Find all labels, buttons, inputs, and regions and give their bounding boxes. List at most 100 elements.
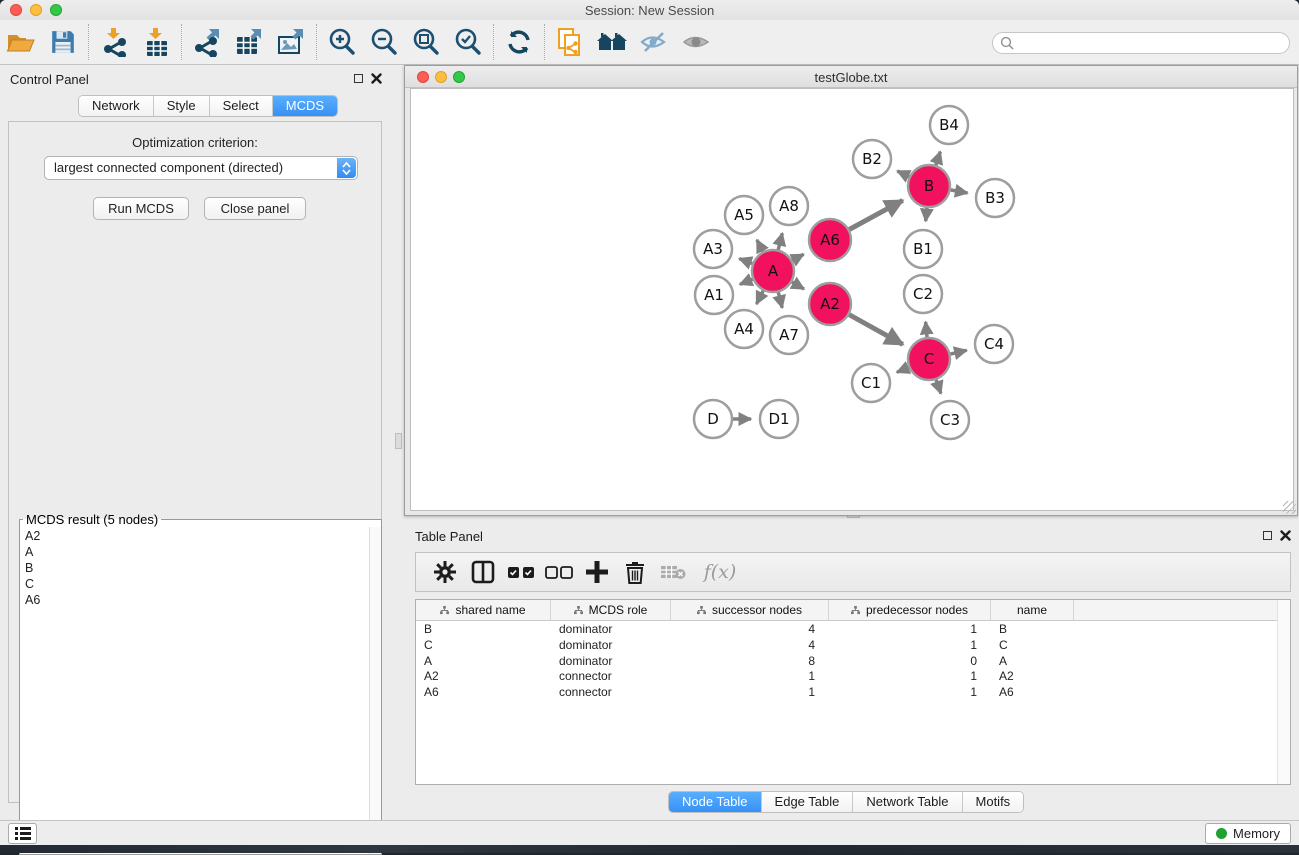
mcds-result-item[interactable]: B (25, 560, 381, 576)
show-all-button[interactable] (675, 23, 717, 61)
save-session-button[interactable] (42, 23, 84, 61)
table-cell[interactable]: C (991, 637, 1074, 653)
desktop-background (0, 845, 1299, 853)
function-builder-button[interactable]: f(x) (692, 555, 748, 589)
control-panel-title: Control Panel (10, 72, 89, 87)
float-panel-icon[interactable] (354, 74, 363, 83)
float-panel-icon[interactable] (1263, 531, 1272, 540)
show-column-panel-button[interactable] (464, 555, 502, 589)
tab-node-table[interactable]: Node Table (669, 792, 762, 812)
table-cell[interactable]: 4 (671, 637, 829, 653)
tab-motifs[interactable]: Motifs (963, 792, 1024, 812)
criterion-dropdown[interactable]: largest connected component (directed) (44, 156, 358, 180)
open-session-button[interactable] (0, 23, 42, 61)
table-row[interactable]: Cdominator41C (416, 637, 1290, 653)
deselect-all-button[interactable] (540, 555, 578, 589)
mcds-result-list[interactable]: A2ABCA6 (20, 527, 381, 608)
column-header-predecessor-nodes[interactable]: predecessor nodes (829, 600, 991, 620)
column-header-successor-nodes[interactable]: successor nodes (671, 600, 829, 620)
import-network-button[interactable] (93, 23, 135, 61)
tab-select[interactable]: Select (210, 96, 273, 116)
run-mcds-button[interactable]: Run MCDS (93, 197, 189, 220)
tab-network-table[interactable]: Network Table (853, 792, 962, 812)
zoom-fit-icon (411, 27, 441, 57)
table-cell[interactable]: C (416, 637, 551, 653)
table-cell[interactable]: dominator (551, 621, 671, 637)
mcds-result-item[interactable]: C (25, 576, 381, 592)
table-row[interactable]: Adominator80A (416, 653, 1290, 669)
graph-node-label: A1 (704, 286, 724, 304)
table-row[interactable]: A2connector11A2 (416, 668, 1290, 684)
memory-button[interactable]: Memory (1205, 823, 1291, 844)
mcds-result-title: MCDS result (5 nodes) (23, 512, 161, 527)
table-cell[interactable]: 0 (829, 653, 991, 669)
zoom-out-button[interactable] (363, 23, 405, 61)
close-panel-button[interactable]: Close panel (204, 197, 306, 220)
close-panel-icon[interactable] (371, 73, 382, 84)
refresh-view-button[interactable] (498, 23, 540, 61)
table-settings-button[interactable] (426, 555, 464, 589)
import-table-button[interactable] (135, 23, 177, 61)
table-cell[interactable]: B (416, 621, 551, 637)
delete-table-button[interactable] (654, 555, 692, 589)
table-cell[interactable]: A2 (416, 668, 551, 684)
graph-node-label: A5 (734, 206, 754, 224)
tab-style[interactable]: Style (154, 96, 210, 116)
column-header-name[interactable]: name (991, 600, 1074, 620)
home-button[interactable] (591, 23, 633, 61)
table-cell[interactable]: 1 (671, 668, 829, 684)
window-resize-grip[interactable] (1283, 501, 1296, 514)
network-graph[interactable]: B4B2BB3A5A8A6A3B1AC2A1A2A4A7C4CC1C3DD1 (411, 89, 1293, 510)
memory-status-icon (1216, 828, 1227, 839)
mcds-result-item[interactable]: A6 (25, 592, 381, 608)
hide-unselected-button[interactable] (633, 23, 675, 61)
table-cell[interactable]: A6 (991, 684, 1074, 700)
table-cell[interactable]: connector (551, 668, 671, 684)
tab-network[interactable]: Network (79, 96, 154, 116)
tab-mcds[interactable]: MCDS (273, 96, 337, 116)
criterion-value: largest connected component (directed) (54, 160, 283, 175)
add-column-button[interactable] (578, 555, 616, 589)
table-cell[interactable]: A6 (416, 684, 551, 700)
zoom-in-button[interactable] (321, 23, 363, 61)
duplicate-network-button[interactable] (549, 23, 591, 61)
table-cell[interactable]: 1 (829, 637, 991, 653)
table-cell[interactable]: 1 (829, 684, 991, 700)
column-header-shared-name[interactable]: shared name (416, 600, 551, 620)
table-cell[interactable]: 1 (829, 621, 991, 637)
close-panel-icon[interactable] (1280, 530, 1291, 541)
export-table-button[interactable] (228, 23, 270, 61)
node-table[interactable]: shared nameMCDS rolesuccessor nodesprede… (415, 599, 1291, 785)
table-cell[interactable]: A (416, 653, 551, 669)
task-history-button[interactable] (8, 823, 37, 844)
delete-column-button[interactable] (616, 555, 654, 589)
table-row[interactable]: Bdominator41B (416, 621, 1290, 637)
table-cell[interactable]: 4 (671, 621, 829, 637)
split-divider-handle[interactable] (395, 433, 402, 449)
table-scrollbar[interactable] (1277, 600, 1290, 784)
table-cell[interactable]: dominator (551, 637, 671, 653)
select-all-button[interactable] (502, 555, 540, 589)
result-scrollbar[interactable] (369, 527, 381, 854)
table-cell[interactable]: 1 (829, 668, 991, 684)
table-cell[interactable]: 8 (671, 653, 829, 669)
export-image-button[interactable] (270, 23, 312, 61)
table-cell[interactable]: A2 (991, 668, 1074, 684)
tab-edge-table[interactable]: Edge Table (762, 792, 854, 812)
table-cell[interactable]: B (991, 621, 1074, 637)
network-canvas[interactable]: B4B2BB3A5A8A6A3B1AC2A1A2A4A7C4CC1C3DD1 (410, 88, 1294, 511)
graph-node-label: A8 (779, 197, 799, 215)
table-cell[interactable]: 1 (671, 684, 829, 700)
table-cell[interactable]: connector (551, 684, 671, 700)
table-cell[interactable]: A (991, 653, 1074, 669)
zoom-in-icon (327, 27, 357, 57)
mcds-result-item[interactable]: A (25, 544, 381, 560)
search-input[interactable] (992, 32, 1290, 54)
zoom-fit-button[interactable] (405, 23, 447, 61)
column-header-MCDS-role[interactable]: MCDS role (551, 600, 671, 620)
table-cell[interactable]: dominator (551, 653, 671, 669)
mcds-result-item[interactable]: A2 (25, 528, 381, 544)
zoom-selected-button[interactable] (447, 23, 489, 61)
table-row[interactable]: A6connector11A6 (416, 684, 1290, 700)
export-network-button[interactable] (186, 23, 228, 61)
